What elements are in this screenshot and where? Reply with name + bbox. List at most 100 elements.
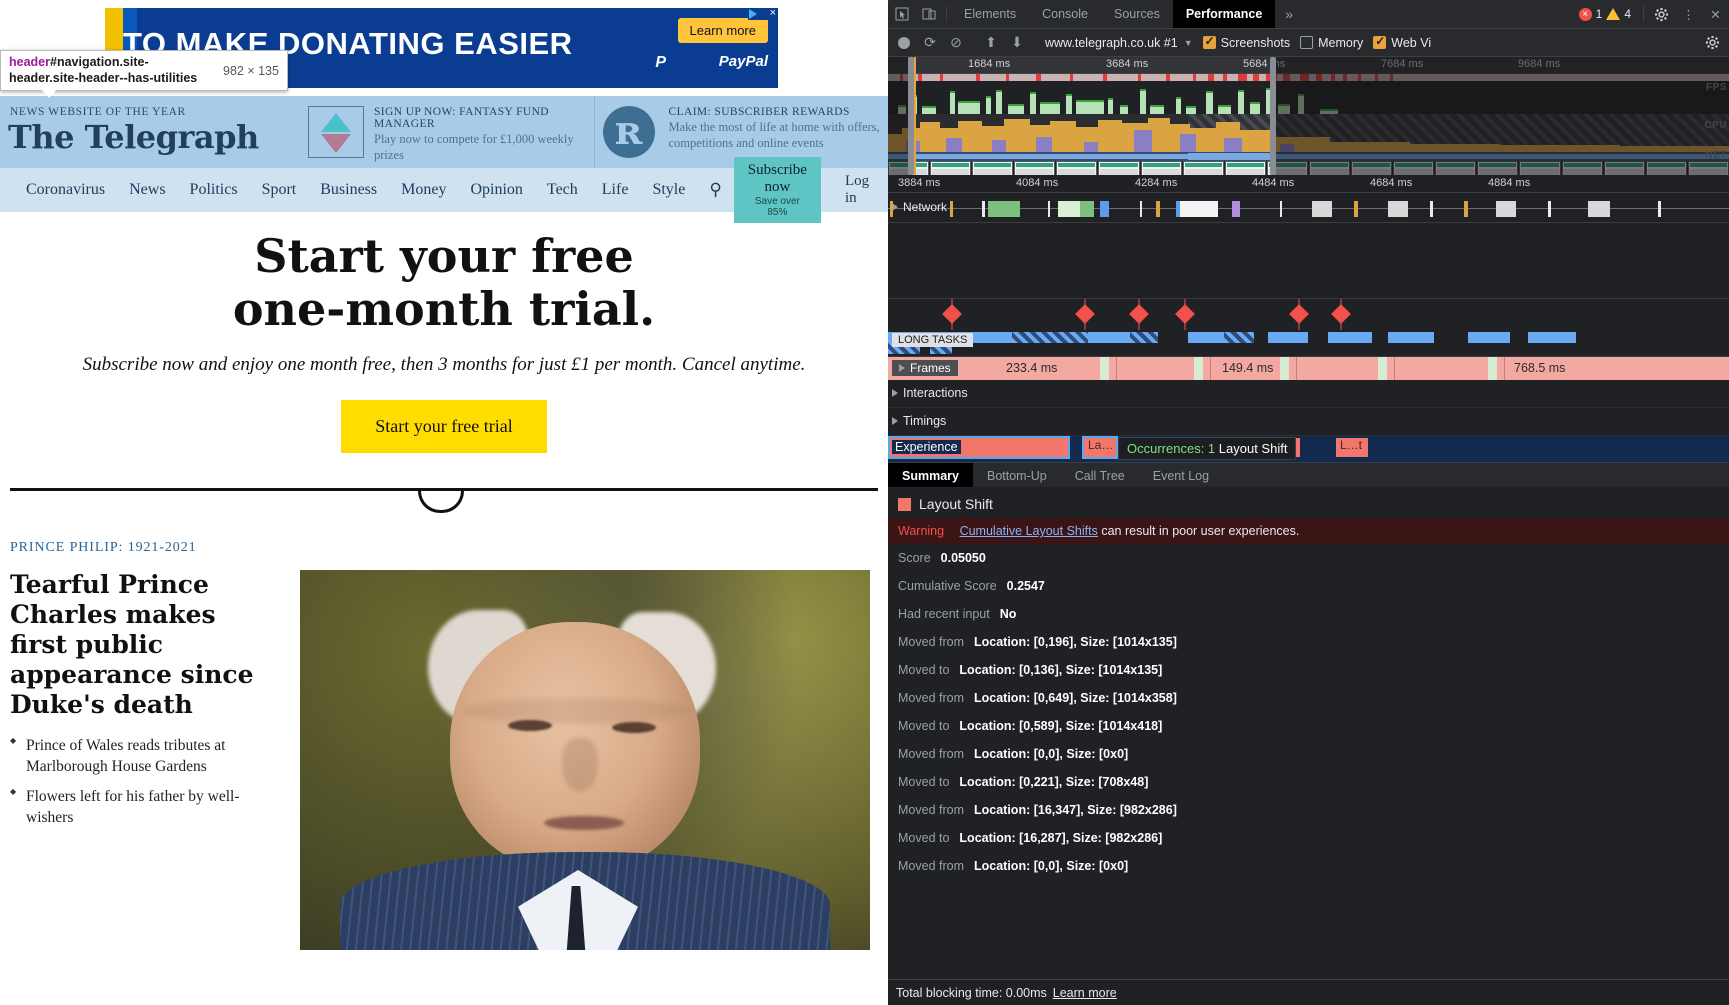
network-request-bar[interactable] xyxy=(1548,201,1551,217)
nav-item-tech[interactable]: Tech xyxy=(535,181,590,199)
tab-event-log[interactable]: Event Log xyxy=(1139,463,1223,489)
network-request-bar[interactable] xyxy=(982,201,985,217)
start-free-trial-button[interactable]: Start your free trial xyxy=(341,399,547,453)
filmstrip-frame[interactable] xyxy=(1182,161,1224,175)
network-request-bar[interactable] xyxy=(1496,201,1516,217)
frames-track-header[interactable]: Frames xyxy=(892,360,958,376)
network-request-bar[interactable] xyxy=(1658,201,1661,217)
network-request-bar[interactable] xyxy=(1312,201,1332,217)
login-link[interactable]: Log in xyxy=(845,173,869,207)
timings-track[interactable]: Timings xyxy=(888,408,1729,436)
nav-item-money[interactable]: Money xyxy=(389,181,458,199)
memory-checkbox[interactable]: Memory xyxy=(1300,36,1363,50)
network-request-bar[interactable] xyxy=(1140,201,1142,217)
nav-item-style[interactable]: Style xyxy=(640,181,697,199)
cls-docs-link[interactable]: Cumulative Layout Shifts xyxy=(960,524,1098,538)
reload-and-record-icon[interactable]: ⟳ xyxy=(917,34,943,51)
filmstrip-frame[interactable] xyxy=(1224,161,1266,175)
network-request-bar[interactable] xyxy=(890,201,893,217)
nav-item-coronavirus[interactable]: Coronavirus xyxy=(14,181,117,199)
frames-track[interactable]: Frames 233.4 ms 149.4 ms 768.5 ms xyxy=(888,356,1729,381)
filmstrip-frame[interactable] xyxy=(1098,161,1140,175)
layout-shift-marker[interactable] xyxy=(1129,304,1149,324)
tab-console[interactable]: Console xyxy=(1029,0,1101,28)
interactions-track-header[interactable]: Interactions xyxy=(892,386,968,400)
network-request-bar[interactable] xyxy=(1464,201,1468,217)
list-item[interactable]: Prince of Wales reads tributes at Marlbo… xyxy=(10,736,280,778)
network-request-bar[interactable] xyxy=(1354,201,1358,217)
network-track[interactable]: Network xyxy=(888,193,1729,223)
recording-selector[interactable]: www.telegraph.co.uk #1 ▼ xyxy=(1045,36,1193,50)
tab-bottom-up[interactable]: Bottom-Up xyxy=(973,463,1061,489)
article-headline[interactable]: Tearful Prince Charles makes first publi… xyxy=(10,570,280,720)
promo-fantasy-fund[interactable]: SIGN UP NOW: FANTASY FUND MANAGER Play n… xyxy=(300,96,594,168)
more-tabs-icon[interactable]: » xyxy=(1275,0,1303,28)
record-icon[interactable] xyxy=(898,36,910,49)
layout-shift-marker[interactable] xyxy=(942,304,962,324)
filmstrip-frame[interactable] xyxy=(1140,161,1182,175)
nav-item-news[interactable]: News xyxy=(117,181,177,199)
long-tasks-track[interactable]: LONG TASKS xyxy=(888,330,1729,356)
network-request-bar[interactable] xyxy=(1156,201,1160,217)
close-icon[interactable]: ✕ xyxy=(1702,0,1729,28)
web-vitals-checkbox[interactable]: Web Vi xyxy=(1373,34,1431,50)
nav-item-business[interactable]: Business xyxy=(308,181,389,199)
nav-item-sport[interactable]: Sport xyxy=(250,181,309,199)
layout-shift-marker[interactable] xyxy=(1175,304,1195,324)
network-request-bar[interactable] xyxy=(1388,201,1408,217)
experience-track[interactable]: ut Shift La… L…t Experience Occurrences:… xyxy=(888,436,1729,462)
tab-elements[interactable]: Elements xyxy=(951,0,1029,28)
learn-more-link[interactable]: Learn more xyxy=(1053,986,1117,1000)
network-request-bar[interactable] xyxy=(1232,201,1240,217)
more-options-icon[interactable]: ⋮ xyxy=(1675,0,1702,28)
ad-choices-icon[interactable]: × xyxy=(748,8,778,20)
capture-settings-gear-icon[interactable] xyxy=(1699,35,1726,50)
network-request-bar[interactable] xyxy=(1280,201,1282,217)
tab-summary[interactable]: Summary xyxy=(888,463,973,489)
filmstrip-frame[interactable] xyxy=(1056,161,1098,175)
gear-icon[interactable] xyxy=(1648,0,1675,28)
network-request-bar[interactable] xyxy=(950,201,953,217)
clear-recording-icon[interactable]: ⊘ xyxy=(943,34,969,51)
layout-shift-marker[interactable] xyxy=(1331,304,1351,324)
network-request-bar[interactable] xyxy=(1430,201,1433,217)
network-request-bar[interactable] xyxy=(1048,201,1050,217)
nav-item-politics[interactable]: Politics xyxy=(178,181,250,199)
overview-playhead[interactable] xyxy=(914,57,916,175)
save-profile-icon[interactable]: ⬇ xyxy=(1004,34,1030,51)
telegraph-logo[interactable]: The Telegraph xyxy=(8,118,259,156)
network-request-bar[interactable] xyxy=(1080,201,1094,217)
layout-shift-marker[interactable] xyxy=(1289,304,1309,324)
screenshots-checkbox[interactable]: Screenshots xyxy=(1202,34,1290,50)
layout-shift-event[interactable]: L…t xyxy=(1336,438,1368,457)
timings-track-header[interactable]: Timings xyxy=(892,414,946,428)
network-request-bar[interactable] xyxy=(988,201,1020,217)
tab-performance[interactable]: Performance xyxy=(1172,0,1276,28)
ad-learn-more-button[interactable]: Learn more xyxy=(677,18,768,43)
network-request-bar[interactable] xyxy=(1180,201,1218,217)
nav-item-life[interactable]: Life xyxy=(590,181,641,199)
interactions-track[interactable]: Interactions xyxy=(888,380,1729,408)
load-profile-icon[interactable]: ⬆ xyxy=(978,34,1004,51)
inspect-element-icon[interactable] xyxy=(888,0,915,28)
nav-item-opinion[interactable]: Opinion xyxy=(458,181,534,199)
filmstrip-frame[interactable] xyxy=(972,161,1014,175)
search-icon[interactable]: ⚲ xyxy=(709,180,721,200)
list-item[interactable]: Flowers left for his father by well-wish… xyxy=(10,787,280,829)
article-photo[interactable] xyxy=(300,570,870,950)
tab-sources[interactable]: Sources xyxy=(1101,0,1173,28)
article-kicker[interactable]: PRINCE PHILIP: 1921-2021 xyxy=(0,530,888,556)
issues-counter[interactable]: × 1 4 xyxy=(1571,0,1639,28)
device-toolbar-icon[interactable] xyxy=(915,0,942,28)
network-request-bar[interactable] xyxy=(1100,201,1109,217)
layout-shift-marker[interactable] xyxy=(1075,304,1095,324)
network-request-bar[interactable] xyxy=(1058,201,1080,217)
overview-window-right-handle[interactable] xyxy=(1270,57,1276,175)
filmstrip-frame[interactable] xyxy=(1014,161,1056,175)
ad-close-icon[interactable]: × xyxy=(770,8,776,19)
timeline-overview[interactable]: 1684 ms 3684 ms 5684 ms 7684 ms 9684 ms xyxy=(888,57,1729,175)
layout-shift-event[interactable]: La… xyxy=(1082,436,1118,459)
tab-call-tree[interactable]: Call Tree xyxy=(1061,463,1139,489)
network-request-bar[interactable] xyxy=(1588,201,1610,217)
network-track-header[interactable]: Network xyxy=(892,200,947,214)
